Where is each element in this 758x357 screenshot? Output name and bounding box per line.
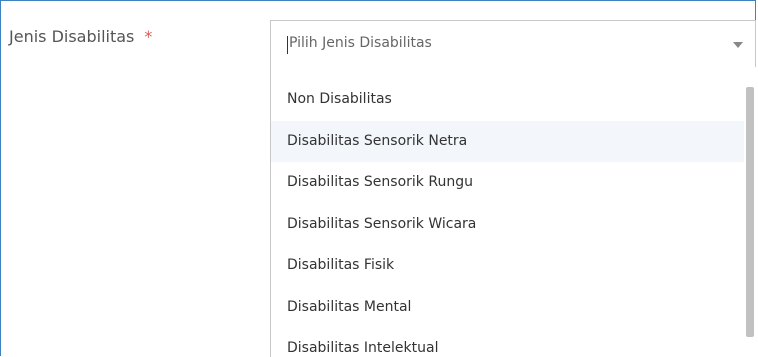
scrollbar-thumb[interactable] (746, 87, 754, 337)
field-label: Jenis Disabilitas (9, 27, 135, 46)
option-disabilitas-fisik[interactable]: Disabilitas Fisik (271, 245, 744, 287)
field-label-row: Jenis Disabilitas * (9, 27, 152, 46)
select-placeholder: Pilih Jenis Disabilitas (289, 35, 432, 51)
option-disabilitas-mental[interactable]: Disabilitas Mental (271, 287, 744, 329)
required-indicator: * (144, 27, 153, 46)
form-field-frame: Jenis Disabilitas * Pilih Jenis Disabilit… (0, 0, 756, 357)
disability-type-select[interactable]: Pilih Jenis Disabilitas (270, 20, 756, 68)
option-non-disabilitas[interactable]: Non Disabilitas (271, 79, 744, 121)
option-disabilitas-sensorik-wicara[interactable]: Disabilitas Sensorik Wicara (271, 204, 744, 246)
option-disabilitas-sensorik-netra[interactable]: Disabilitas Sensorik Netra (271, 120, 744, 162)
option-disabilitas-sensorik-rungu[interactable]: Disabilitas Sensorik Rungu (271, 162, 744, 204)
chevron-down-icon[interactable] (733, 42, 743, 48)
text-cursor (287, 36, 288, 54)
dropdown-menu: Non Disabilitas Disabilitas Sensorik Net… (270, 67, 756, 357)
option-disabilitas-intelektual[interactable]: Disabilitas Intelektual (271, 328, 744, 357)
option-list: Non Disabilitas Disabilitas Sensorik Net… (271, 79, 744, 357)
